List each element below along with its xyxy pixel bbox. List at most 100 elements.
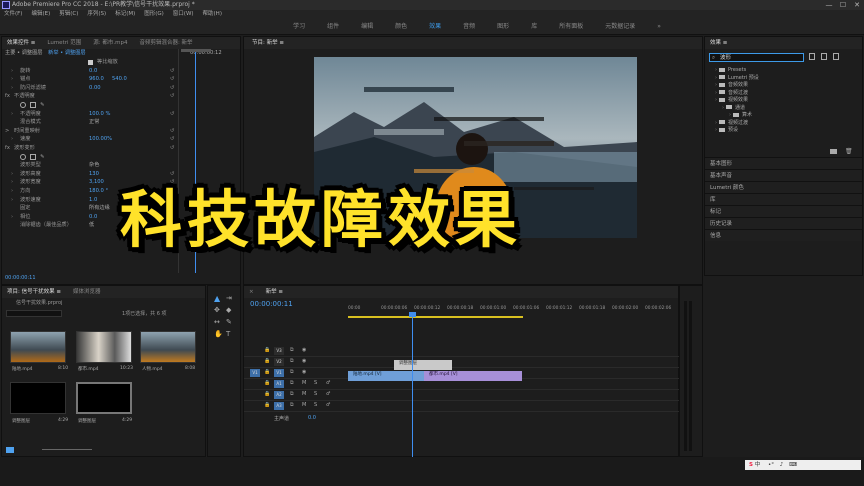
menu-marker[interactable]: 标记(M)	[115, 10, 135, 19]
timeline-playhead[interactable]	[412, 312, 413, 458]
accelerated-effects-icon[interactable]	[809, 53, 815, 60]
effects-tree-item[interactable]: › 视频效果	[709, 97, 859, 105]
track-target[interactable]: A3	[274, 402, 284, 410]
track-target[interactable]: A2	[274, 391, 284, 399]
zoom-slider[interactable]	[42, 449, 92, 450]
effects-tree-item[interactable]: › 预设	[709, 127, 859, 135]
tab-sequence[interactable]: 新举 ≡	[266, 286, 283, 298]
city-video-clip[interactable]: 都市.mp4 [V]	[424, 371, 522, 381]
clip-label[interactable]: 新举 • 调整图层	[48, 50, 85, 56]
workspace-assembly[interactable]: 组件	[327, 19, 339, 34]
menu-sequence[interactable]: 序列(S)	[87, 10, 106, 19]
tree-arrow-icon[interactable]: ›	[715, 75, 717, 81]
tab-media-browser[interactable]: 媒体浏览器	[73, 286, 101, 298]
sync-icon[interactable]: ⧉	[290, 402, 294, 408]
lock-icon[interactable]: 🔒	[264, 347, 270, 353]
thumb-adjust-2[interactable]	[76, 382, 132, 414]
expand-arrow-icon[interactable]: ›	[11, 196, 13, 205]
ime-mode[interactable]: 中	[755, 462, 761, 468]
property-value[interactable]: 100.0 %	[89, 110, 110, 119]
expand-arrow-icon[interactable]: ›	[11, 187, 13, 196]
slip-tool-icon[interactable]: ↔	[214, 318, 220, 326]
type-tool-icon[interactable]: T	[226, 330, 230, 338]
effects-tree-item[interactable]: › 算术	[709, 112, 859, 120]
reset-icon[interactable]: ↺	[170, 135, 174, 144]
workspace-editing[interactable]: 编辑	[361, 19, 373, 34]
expand-arrow-icon[interactable]: ›	[11, 135, 13, 144]
lock-icon[interactable]: 🔒	[264, 380, 270, 386]
tree-arrow-icon[interactable]: ›	[722, 105, 724, 111]
thumb-city[interactable]	[76, 331, 132, 363]
property-value[interactable]: 180.0 °	[89, 187, 108, 196]
timeline-close-icon[interactable]: ×	[249, 286, 254, 298]
rect-mask-icon[interactable]	[30, 153, 36, 160]
tree-arrow-icon[interactable]: ›	[715, 120, 717, 126]
ellipse-mask-icon[interactable]	[20, 101, 26, 108]
workspace-metadata[interactable]: 元数据记录	[605, 19, 635, 34]
pen-mask-icon[interactable]: ✎	[40, 153, 44, 162]
master-volume[interactable]: 0.0	[308, 415, 316, 421]
property-value[interactable]: 960.0	[89, 75, 104, 84]
mic-icon[interactable]: ♂	[326, 380, 330, 386]
uniform-scale-checkbox[interactable]	[88, 60, 93, 65]
property-value-2[interactable]: 540.0	[112, 75, 127, 84]
track-target[interactable]: A1	[274, 380, 284, 388]
solo-button[interactable]: S	[314, 402, 317, 408]
32bit-effects-icon[interactable]	[821, 53, 827, 60]
effects-tree-item[interactable]: › 音频过渡	[709, 90, 859, 98]
tab-lumetri-scopes[interactable]: Lumetri 范围	[47, 37, 81, 49]
ime-toolbar[interactable]: S 中 •° ♪ ⌨	[745, 460, 861, 470]
property-value[interactable]: 3,100	[89, 178, 104, 187]
fx-toggle-icon[interactable]: fx	[5, 92, 10, 101]
source-patch[interactable]: V1	[250, 369, 260, 377]
property-value[interactable]: 100.00%	[89, 135, 112, 144]
reset-icon[interactable]: ↺	[170, 170, 174, 179]
close-button[interactable]: ✕	[850, 0, 864, 10]
property-dropdown[interactable]: 正常	[89, 118, 99, 127]
mic-icon[interactable]: ♪	[780, 462, 784, 468]
track-target[interactable]: V3	[274, 347, 284, 355]
reset-icon[interactable]: ↺	[170, 110, 174, 119]
sync-icon[interactable]: ⧉	[290, 391, 294, 397]
property-dropdown[interactable]: 杂色	[89, 161, 99, 170]
track-target[interactable]: V2	[274, 358, 284, 366]
tab-effect-controls[interactable]: 效果控件 ≡	[7, 37, 35, 49]
tab-source[interactable]: 源: 都市.mp4	[93, 37, 127, 49]
reset-icon[interactable]: ↺	[170, 92, 174, 101]
fx-toggle-icon[interactable]: >	[5, 127, 9, 136]
expand-arrow-icon[interactable]: ›	[11, 84, 13, 93]
effects-tree-item[interactable]: › 音频效果	[709, 82, 859, 90]
workspace-more[interactable]: »	[657, 19, 661, 34]
solo-button[interactable]: S	[314, 380, 317, 386]
workspace-color[interactable]: 颜色	[395, 19, 407, 34]
lock-icon[interactable]: 🔒	[264, 391, 270, 397]
mic-icon[interactable]: ♂	[326, 402, 330, 408]
sync-icon[interactable]: ⧉	[290, 347, 294, 353]
reset-icon[interactable]: ↺	[170, 84, 174, 93]
pen-mask-icon[interactable]: ✎	[40, 101, 44, 110]
eye-icon[interactable]: ◉	[302, 369, 306, 375]
playhead-handle[interactable]	[409, 312, 416, 317]
sync-icon[interactable]: ⧉	[290, 358, 294, 364]
effects-search-input[interactable]: ⌕ 波形	[709, 53, 804, 62]
minimize-button[interactable]: —	[822, 0, 836, 10]
effects-tree-item[interactable]: › Lumetri 预设	[709, 75, 859, 83]
project-search-input[interactable]	[6, 310, 62, 317]
ellipse-mask-icon[interactable]	[20, 153, 26, 160]
workspace-audio[interactable]: 音频	[463, 19, 475, 34]
panel-section-0[interactable]: 基本图形	[705, 157, 862, 169]
pen-tool-icon[interactable]: ✎	[226, 318, 232, 326]
tree-arrow-icon[interactable]: ›	[715, 82, 717, 88]
yuv-effects-icon[interactable]	[833, 53, 839, 60]
expand-arrow-icon[interactable]: ›	[11, 75, 13, 84]
reset-icon[interactable]: ↺	[170, 144, 174, 153]
lock-icon[interactable]: 🔒	[264, 402, 270, 408]
tree-arrow-icon[interactable]: ›	[715, 97, 717, 103]
thumb-adjust-1[interactable]	[10, 382, 66, 414]
property-dropdown[interactable]: 所有边缘	[89, 204, 110, 213]
work-area-bar[interactable]	[348, 316, 523, 318]
expand-arrow-icon[interactable]: ›	[11, 213, 13, 222]
fx-toggle-icon[interactable]: fx	[5, 144, 10, 153]
expand-arrow-icon[interactable]: ›	[11, 110, 13, 119]
solo-button[interactable]: S	[314, 391, 317, 397]
